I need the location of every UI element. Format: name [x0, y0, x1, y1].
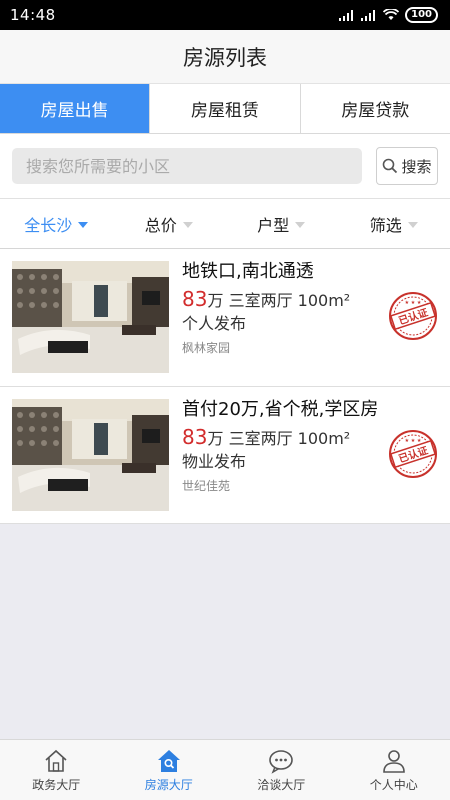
- listing-photo: [12, 261, 169, 373]
- nav-label: 房源大厅: [144, 777, 193, 792]
- filter-more-label: 筛选: [369, 215, 402, 235]
- filter-total-price[interactable]: 总价: [113, 199, 226, 248]
- listing-price: 83: [182, 287, 208, 311]
- filter-more[interactable]: 筛选: [338, 199, 450, 248]
- listing-item[interactable]: 首付20万,省个税,学区房 83万 三室两厅 100m² 物业发布 世纪佳苑 已…: [0, 387, 450, 524]
- svg-text:★ ★ ★: ★ ★ ★: [405, 438, 422, 444]
- tab-house-loan[interactable]: 房屋贷款: [301, 84, 450, 133]
- nav-personal-center[interactable]: 个人中心: [338, 740, 450, 800]
- search-row: 搜索: [0, 134, 450, 199]
- verified-stamp-icon: 已认证 ★ ★ ★: [389, 430, 437, 478]
- search-button-label: 搜索: [401, 157, 432, 176]
- listing-specs: 三室两厅 100m²: [228, 429, 351, 448]
- listing-price: 83: [182, 425, 208, 449]
- tab-house-sale[interactable]: 房屋出售: [0, 84, 151, 133]
- nav-label: 政务大厅: [32, 777, 81, 792]
- search-button[interactable]: 搜索: [376, 147, 438, 185]
- chevron-down-icon: [182, 221, 193, 228]
- home-outline-icon: [45, 749, 67, 772]
- nav-government-hall[interactable]: 政务大厅: [0, 740, 113, 800]
- filter-layout[interactable]: 户型: [225, 199, 338, 248]
- battery-indicator: 100: [405, 7, 438, 23]
- nav-label: 洽谈大厅: [257, 777, 306, 792]
- nav-housing-hall[interactable]: 房源大厅: [113, 740, 226, 800]
- page-title: 房源列表: [183, 45, 267, 70]
- filter-bar: 全长沙 总价 户型 筛选: [0, 199, 450, 249]
- listing-specs: 三室两厅 100m²: [228, 291, 351, 310]
- chevron-down-icon: [295, 221, 306, 228]
- search-input[interactable]: [12, 148, 362, 184]
- status-bar: 14:48 100: [0, 0, 450, 30]
- status-icons: 100: [339, 7, 438, 23]
- filter-region-label: 全长沙: [24, 215, 73, 235]
- wifi-icon: [383, 9, 400, 20]
- chevron-down-icon: [78, 221, 89, 228]
- status-time: 14:48: [10, 6, 56, 24]
- tab-house-rent[interactable]: 房屋租赁: [150, 84, 301, 133]
- listing-title: 地铁口,南北通透: [182, 261, 314, 282]
- listing-title: 首付20万,省个税,学区房: [182, 399, 379, 420]
- category-tabs: 房屋出售 房屋租赁 房屋贷款: [0, 84, 450, 134]
- chevron-down-icon: [407, 221, 418, 228]
- signal-icon-2: [361, 10, 376, 21]
- svg-text:★ ★ ★: ★ ★ ★: [405, 300, 422, 306]
- chat-bubble-icon: [269, 749, 294, 774]
- house-search-icon: [157, 749, 180, 772]
- listing-list: 地铁口,南北通透 83万 三室两厅 100m² 个人发布 枫林家园 已认证 ★ …: [0, 249, 450, 524]
- listing-item[interactable]: 地铁口,南北通透 83万 三室两厅 100m² 个人发布 枫林家园 已认证 ★ …: [0, 249, 450, 387]
- nav-negotiation-hall[interactable]: 洽谈大厅: [225, 740, 338, 800]
- filter-region[interactable]: 全长沙: [0, 199, 113, 248]
- search-icon: [383, 158, 398, 174]
- filter-layout-label: 户型: [257, 215, 290, 235]
- person-icon: [382, 749, 405, 773]
- listing-photo: [12, 399, 169, 511]
- title-bar: 房源列表: [0, 30, 450, 84]
- signal-icon: [339, 10, 354, 21]
- filter-total-price-label: 总价: [144, 215, 177, 235]
- listing-price-unit: 万: [207, 291, 224, 310]
- verified-stamp-icon: 已认证 ★ ★ ★: [389, 292, 437, 340]
- nav-label: 个人中心: [369, 777, 418, 792]
- listing-price-unit: 万: [207, 429, 224, 448]
- bottom-nav: 政务大厅 房源大厅 洽谈大厅 个人中心: [0, 739, 450, 800]
